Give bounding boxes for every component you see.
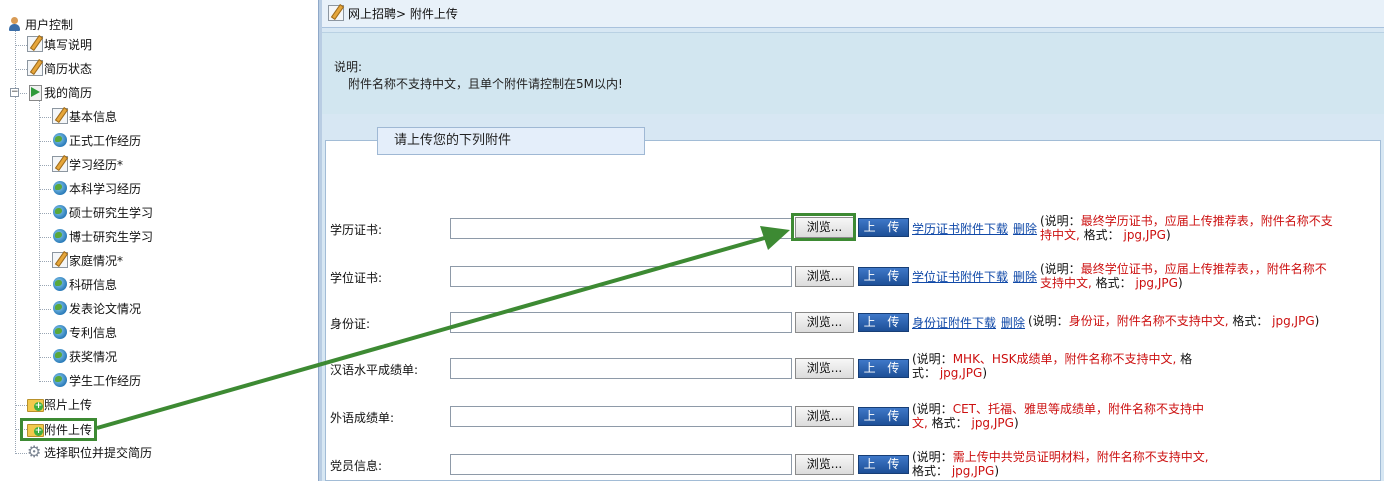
folder-add-icon <box>27 396 44 412</box>
sidebar-tree: − 用户控制 填写说明 简历状态 我的简历 基本信息 正式工作经历 学习经历* … <box>0 0 318 481</box>
file-input-academic-degree[interactable] <box>450 266 792 287</box>
sidebar-item-student-work[interactable]: 学生工作经历 <box>52 371 141 391</box>
browse-button-foreign-language[interactable]: 浏览... <box>795 406 854 427</box>
edit-icon <box>52 108 68 124</box>
download-link-degree-cert[interactable]: 学历证书附件下载 <box>912 220 1008 237</box>
upload-button-foreign-language[interactable]: 上 传 <box>858 407 909 426</box>
upload-button-party-member[interactable]: 上 传 <box>858 455 909 474</box>
note-id-card: (说明：身份证，附件名称不支持中文, 格式： jpg,JPG) <box>1028 314 1320 328</box>
file-input-foreign-language[interactable] <box>450 406 792 427</box>
globe-icon <box>52 324 68 340</box>
file-input-degree-cert[interactable] <box>450 218 792 239</box>
upload-button-chinese-proficiency[interactable]: 上 传 <box>858 359 909 378</box>
user-icon <box>8 16 24 32</box>
globe-icon <box>52 180 68 196</box>
globe-icon <box>52 348 68 364</box>
sidebar-item-family[interactable]: 家庭情况* <box>52 251 123 271</box>
annotation-highlight-browse <box>791 213 856 241</box>
sidebar-item-publications[interactable]: 发表论文情况 <box>52 299 141 319</box>
notice-title: 说明: <box>334 60 363 74</box>
note-party-member: (说明：需上传中共党员证明材料，附件名称不支持中文, 格式： jpg,JPG) <box>912 450 1209 478</box>
edit-icon <box>328 5 344 21</box>
sidebar-item-photo-upload[interactable]: 照片上传 <box>27 395 92 415</box>
edit-icon <box>27 60 43 76</box>
sidebar-item-research[interactable]: 科研信息 <box>52 275 117 295</box>
play-doc-icon <box>27 84 43 101</box>
sidebar-item-work-experience[interactable]: 正式工作经历 <box>52 131 141 151</box>
upload-button-academic-degree[interactable]: 上 传 <box>858 267 909 286</box>
sidebar-item-basic-info[interactable]: 基本信息 <box>52 107 117 127</box>
sidebar-item-doctoral[interactable]: 博士研究生学习 <box>52 227 153 247</box>
file-input-id-card[interactable] <box>450 312 792 333</box>
breadcrumb: 网上招聘> 附件上传 <box>348 7 458 21</box>
edit-icon <box>52 156 68 172</box>
row-label-party-member: 党员信息: <box>330 459 383 473</box>
browse-button-party-member[interactable]: 浏览... <box>795 454 854 475</box>
edit-icon <box>52 252 68 268</box>
sidebar-item-masters[interactable]: 硕士研究生学习 <box>52 203 153 223</box>
annotation-highlight-attachment <box>20 418 97 441</box>
row-label-foreign-language: 外语成绩单: <box>330 411 395 425</box>
note-chinese-proficiency: (说明：MHK、HSK成绩单，附件名称不支持中文, 格 式： jpg,JPG) <box>912 352 1193 380</box>
globe-icon <box>52 372 68 388</box>
globe-icon <box>52 228 68 244</box>
delete-link-id-card[interactable]: 删除 <box>1001 314 1025 331</box>
browse-button-chinese-proficiency[interactable]: 浏览... <box>795 358 854 379</box>
form-legend: 请上传您的下列附件 <box>377 127 645 155</box>
collapse-toggle[interactable]: − <box>10 88 19 97</box>
download-link-academic-degree[interactable]: 学位证书附件下载 <box>912 268 1008 285</box>
file-input-chinese-proficiency[interactable] <box>450 358 792 379</box>
sidebar-item-awards[interactable]: 获奖情况 <box>52 347 117 367</box>
globe-icon <box>52 132 68 148</box>
sidebar-item-instructions[interactable]: 填写说明 <box>27 35 92 55</box>
globe-icon <box>52 276 68 292</box>
globe-icon <box>52 204 68 220</box>
sidebar-item-study-experience[interactable]: 学习经历* <box>52 155 123 175</box>
gear-icon <box>27 442 43 462</box>
upload-button-id-card[interactable]: 上 传 <box>858 313 909 332</box>
sidebar-item-undergraduate[interactable]: 本科学习经历 <box>52 179 141 199</box>
sidebar-item-patents[interactable]: 专利信息 <box>52 323 117 343</box>
globe-icon <box>52 300 68 316</box>
file-input-party-member[interactable] <box>450 454 792 475</box>
row-label-academic-degree: 学位证书: <box>330 271 383 285</box>
sidebar-item-my-resume[interactable]: 我的简历 <box>27 83 92 103</box>
sidebar-item-submit-resume[interactable]: 选择职位并提交简历 <box>27 442 152 463</box>
browse-button-id-card[interactable]: 浏览... <box>795 312 854 333</box>
note-foreign-language: (说明：CET、托福、雅思等成绩单，附件名称不支持中 文, 格式： jpg,JP… <box>912 402 1204 430</box>
upload-form-panel <box>325 140 1381 481</box>
title-bar: 网上招聘> 附件上传 <box>322 0 1384 28</box>
browse-button-academic-degree[interactable]: 浏览... <box>795 266 854 287</box>
notice-text: 附件名称不支持中文，且单个附件请控制在5M以内! <box>348 77 623 91</box>
delete-link-academic-degree[interactable]: 删除 <box>1013 268 1037 285</box>
download-link-id-card[interactable]: 身份证附件下载 <box>912 314 996 331</box>
sidebar-item-resume-status[interactable]: 简历状态 <box>27 59 92 79</box>
note-degree-cert: (说明：最终学历证书，应届上传推荐表，附件名称不支 持中文, 格式： jpg,J… <box>1040 214 1333 242</box>
note-academic-degree: (说明：最终学位证书，应届上传推荐表，，附件名称不 支持中文, 格式： jpg,… <box>1040 262 1327 290</box>
edit-icon <box>27 36 43 52</box>
row-label-id-card: 身份证: <box>330 317 371 331</box>
row-label-chinese-proficiency: 汉语水平成绩单: <box>330 363 419 377</box>
tree-root-user-control[interactable]: 用户控制 <box>8 15 73 35</box>
delete-link-degree-cert[interactable]: 删除 <box>1013 220 1037 237</box>
row-label-degree-cert: 学历证书: <box>330 223 383 237</box>
upload-button-degree-cert[interactable]: 上 传 <box>858 218 909 237</box>
notice-box: 说明: 附件名称不支持中文，且单个附件请控制在5M以内! <box>322 32 1384 114</box>
